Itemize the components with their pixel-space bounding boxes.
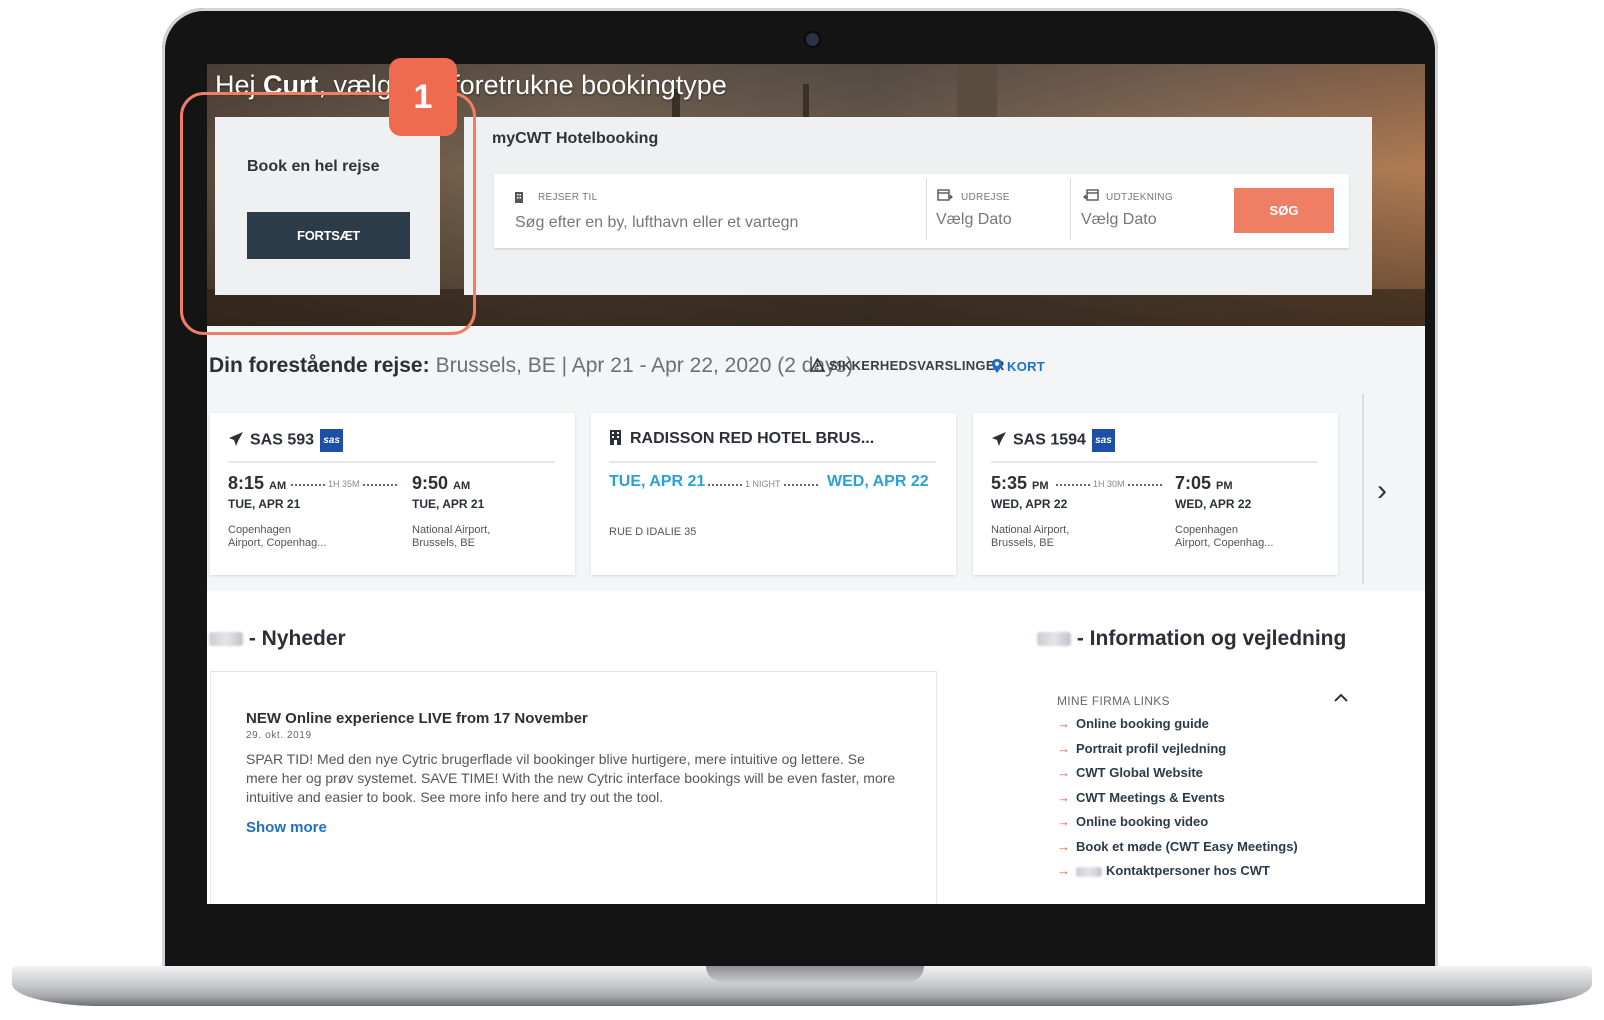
segment-divider xyxy=(228,461,555,463)
trip-segment-card[interactable]: SAS 593 sas 8:15 AM 1H 35M 9:50 AM TUE, A… xyxy=(210,413,575,575)
plane-icon xyxy=(991,431,1007,452)
company-link[interactable]: → Book et møde (CWT Easy Meetings) xyxy=(1057,839,1298,864)
segment-header: SAS 593 sas xyxy=(228,429,344,452)
warning-icon xyxy=(809,357,826,375)
search-button[interactable]: SØG xyxy=(1234,188,1334,233)
depart-time: 8:15 AM xyxy=(228,473,287,493)
depart-airport: National Airport, Brussels, BE xyxy=(991,524,1070,549)
hotel-search-bar: REJSER TIL Søg efter en by, lufthavn ell… xyxy=(494,174,1349,248)
laptop-notch xyxy=(706,966,924,982)
arrive-airport: National Airport, Brussels, BE xyxy=(412,524,491,549)
security-alerts-label: SIKKERHEDSVARSLINGER xyxy=(829,358,1005,373)
company-link[interactable]: → CWT Meetings & Events xyxy=(1057,790,1298,815)
destination-label: REJSER TIL xyxy=(538,192,598,203)
company-logo xyxy=(1037,632,1071,647)
security-alerts-link[interactable]: SIKKERHEDSVARSLINGER xyxy=(809,357,1005,375)
upcoming-trip-label: Din forestående rejse: xyxy=(209,354,430,377)
company-logo xyxy=(1076,866,1102,877)
upcoming-trip-heading: Din forestående rejse: Brussels, BE | Apr… xyxy=(209,354,853,378)
news-heading: - Nyheder xyxy=(209,627,346,651)
arrow-right-icon: → xyxy=(1057,814,1070,829)
checkin-date-input[interactable]: Vælg Dato xyxy=(936,211,1012,229)
arrive-date: WED, APR 22 xyxy=(1175,497,1252,511)
arrive-date: TUE, APR 21 xyxy=(412,497,485,511)
hotel-name: RADISSON RED HOTEL BRUS... xyxy=(630,430,875,447)
step-number-badge: 1 xyxy=(389,58,457,136)
flight-number: SAS 593 xyxy=(250,431,315,449)
hotel-checkin-date: TUE, APR 21 xyxy=(609,473,706,490)
news-title: NEW Online experience LIVE from 17 Novem… xyxy=(246,710,588,727)
arrow-right-icon: → xyxy=(1057,789,1070,805)
arrow-right-icon: → xyxy=(1057,863,1070,878)
arrive-time: 9:50 AM xyxy=(412,473,471,493)
checkout-label: UDTJEKNING xyxy=(1106,192,1173,203)
airline-logo: sas xyxy=(320,429,344,452)
trip-segment-card[interactable]: SAS 1594 sas 5:35 PM 1H 30M 7:05 PM WED, … xyxy=(973,413,1338,575)
segment-header: SAS 1594 sas xyxy=(991,429,1115,452)
hotel-nights: 1 NIGHT xyxy=(705,479,821,489)
arrow-right-icon: → xyxy=(1057,765,1070,780)
calendar-icon xyxy=(937,188,953,206)
map-pin-icon xyxy=(991,358,1003,377)
hotel-booking-title: myCWT Hotelbooking xyxy=(492,130,659,147)
map-label: KORT xyxy=(1007,359,1046,374)
news-date: 29. okt. 2019 xyxy=(246,730,312,741)
map-link[interactable]: KORT xyxy=(991,358,1045,377)
news-body: SPAR TID! Med den nye Cytric brugerflade… xyxy=(246,751,896,805)
content-area: - Nyheder - Information og vejledning NE… xyxy=(207,591,1425,904)
depart-date: TUE, APR 21 xyxy=(228,497,301,511)
show-more-link[interactable]: Show more xyxy=(246,819,327,836)
company-link[interactable]: → CWT Global Website xyxy=(1057,765,1298,790)
checkin-label: UDREJSE xyxy=(961,192,1010,203)
hotel-icon xyxy=(609,429,622,450)
company-link[interactable]: → Online booking guide xyxy=(1057,716,1298,741)
news-card: NEW Online experience LIVE from 17 Novem… xyxy=(210,671,937,904)
chevron-right-icon[interactable]: › xyxy=(1377,474,1387,508)
depart-airport: Copenhagen Airport, Copenhag... xyxy=(228,524,327,549)
segment-divider xyxy=(991,461,1318,463)
hotel-booking-card: myCWT Hotelbooking REJSER TIL Søg efter … xyxy=(464,117,1372,295)
carousel-divider xyxy=(1362,394,1364,584)
company-links-label: MINE FIRMA LINKS xyxy=(1057,694,1170,708)
upcoming-trip-details: Brussels, BE | Apr 21 - Apr 22, 2020 (2 … xyxy=(435,354,854,377)
checkout-date-input[interactable]: Vælg Dato xyxy=(1081,211,1157,229)
arrow-right-icon: → xyxy=(1057,716,1070,731)
field-divider xyxy=(1070,178,1071,240)
plane-icon xyxy=(228,431,244,452)
arrive-time: 7:05 PM xyxy=(1175,473,1233,493)
airline-logo: sas xyxy=(1091,429,1115,452)
company-logo xyxy=(209,632,243,647)
info-heading: - Information og vejledning xyxy=(1037,627,1346,651)
arrive-airport: Copenhagen Airport, Copenhag... xyxy=(1175,524,1274,549)
flight-number: SAS 1594 xyxy=(1013,431,1086,449)
hotel-address: RUE D IDALIE 35 xyxy=(609,526,697,538)
company-link[interactable]: → Kontaktpersoner hos CWT xyxy=(1057,863,1298,888)
flight-duration: 1H 35M xyxy=(288,479,400,489)
depart-time: 5:35 PM xyxy=(991,473,1049,493)
arrow-right-icon: → xyxy=(1057,740,1070,756)
hotel-checkout-date: WED, APR 22 xyxy=(827,473,929,490)
company-link[interactable]: → Online booking video xyxy=(1057,814,1298,839)
flight-duration: 1H 30M xyxy=(1053,479,1165,489)
segment-header: RADISSON RED HOTEL BRUS... xyxy=(609,429,874,450)
company-links-list: → Online booking guide → Portrait profil v… xyxy=(1057,716,1298,888)
segment-divider xyxy=(609,461,936,463)
depart-date: WED, APR 22 xyxy=(991,497,1068,511)
destination-input[interactable]: Søg efter en by, lufthavn eller et varte… xyxy=(515,214,798,232)
camera-icon xyxy=(806,33,819,46)
field-divider xyxy=(926,178,927,240)
arrow-right-icon: → xyxy=(1057,838,1070,854)
company-link[interactable]: → Portrait profil vejledning xyxy=(1057,741,1298,766)
building-icon xyxy=(514,190,524,208)
calendar-icon xyxy=(1083,188,1099,206)
chevron-up-icon[interactable] xyxy=(1333,687,1349,708)
trip-segment-card[interactable]: RADISSON RED HOTEL BRUS... TUE, APR 21 1… xyxy=(591,413,956,575)
